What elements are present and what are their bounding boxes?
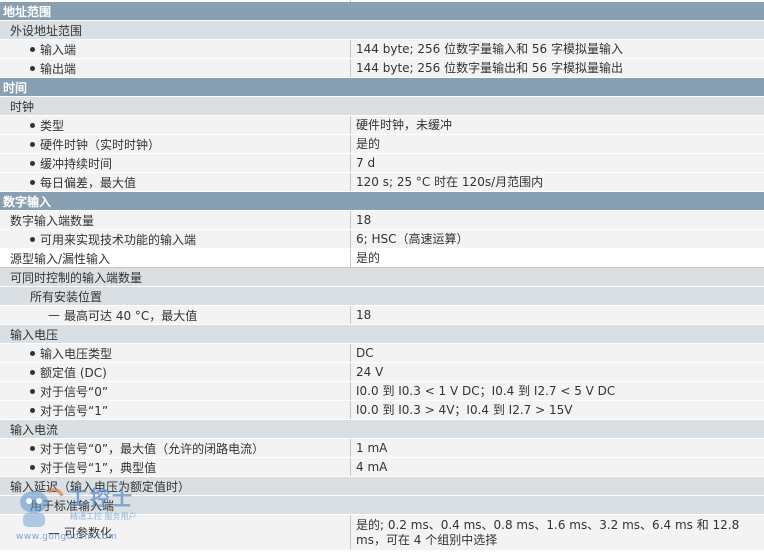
subheader-input-voltage: 输入电压 [0, 325, 764, 344]
row-label: 输入电压类型 [40, 346, 113, 361]
row-label: 每日偏差，最大值 [40, 175, 137, 190]
section-header-address-range: 地址范围 [0, 2, 764, 21]
bullet-icon [30, 407, 35, 413]
row-value: 是的 [350, 135, 764, 153]
bullet-icon [30, 388, 35, 394]
table-row: 对于信号“0”，最大值（允许的闭路电流） 1 mA [0, 439, 764, 458]
table-row: 对于信号“1” I0.0 到 I0.3 > 4V；I0.4 到 I2.7 > 1… [0, 401, 764, 420]
subheader-all-positions: 所有安装位置 [0, 287, 764, 306]
row-label: 可参数化 [64, 526, 113, 540]
table-row: 额定值 (DC) 24 V [0, 363, 764, 382]
dash-marker: — [48, 308, 60, 322]
row-label: 输出端 [40, 61, 77, 76]
subheader-label: 时钟 [10, 99, 35, 114]
row-label: 对于信号“1” [40, 403, 109, 418]
subheader-clock: 时钟 [0, 97, 764, 116]
table-row: 类型 硬件时钟，未缓冲 [0, 116, 764, 135]
row-value: 144 byte; 256 位数字量输入和 56 字模拟量输入 [350, 40, 764, 58]
row-value: DC [350, 344, 764, 362]
table-row: 缓冲持续时间 7 d [0, 154, 764, 173]
row-value: 是的 [350, 249, 764, 267]
subheader-label: 用于标准输入端 [30, 498, 115, 513]
row-label: 对于信号“0”，最大值（允许的闭路电流） [40, 441, 265, 456]
subheader-label: 输入电压 [10, 327, 59, 342]
row-label: 可用来实现技术功能的输入端 [40, 232, 197, 247]
section-header-digital-input: 数字输入 [0, 192, 764, 211]
table-row: 对于信号“0” I0.0 到 I0.3 < 1 V DC；I0.4 到 I2.7… [0, 382, 764, 401]
subheader-input-current: 输入电流 [0, 420, 764, 439]
bullet-icon [30, 46, 35, 52]
bullet-icon [30, 464, 35, 470]
bullet-icon [30, 236, 35, 242]
row-label: 对于信号“0” [40, 384, 109, 399]
table-row: 输出端 144 byte; 256 位数字量输出和 56 字模拟量输出 [0, 59, 764, 78]
row-label: 源型输入/漏性输入 [10, 251, 111, 266]
bullet-icon [30, 445, 35, 451]
row-value: 1 mA [350, 439, 764, 457]
bullet-icon [30, 141, 35, 147]
bullet-icon [30, 65, 35, 71]
row-label: 输入端 [40, 42, 77, 57]
table-row: 对于信号“1”，典型值 4 mA [0, 458, 764, 477]
row-label: 硬件时钟（实时时钟） [40, 137, 161, 152]
row-label: 缓冲持续时间 [40, 156, 113, 171]
row-value: 144 byte; 256 位数字量输出和 56 字模拟量输出 [350, 59, 764, 77]
bullet-icon [30, 179, 35, 185]
table-row: 数字输入端数量 18 [0, 211, 764, 230]
table-row: — 最高可达 40 °C，最大值 18 [0, 306, 764, 325]
row-value: 24 V [350, 363, 764, 381]
row-value: 硬件时钟，未缓冲 [350, 116, 764, 134]
subheader-label: 输入延迟（输入电压为额定值时） [10, 479, 191, 494]
row-value: 7 d [350, 154, 764, 172]
table-row: — 可参数化 是的; 0.2 ms、0.4 ms、0.8 ms、1.6 ms、3.… [0, 515, 764, 551]
subheader-peripheral-address: 外设地址范围 [0, 21, 764, 40]
subheader-simultaneous-inputs: 可同时控制的输入端数量 [0, 268, 764, 287]
row-value: 18 [350, 306, 764, 324]
subheader-label: 所有安装位置 [30, 289, 103, 304]
row-value: 18 [350, 211, 764, 229]
section-title: 数字输入 [3, 194, 52, 209]
row-label: 额定值 (DC) [40, 365, 107, 380]
row-value: I0.0 到 I0.3 > 4V；I0.4 到 I2.7 > 15V [350, 401, 764, 419]
row-label: 类型 [40, 118, 65, 133]
bullet-icon [30, 160, 35, 166]
table-row: 每日偏差，最大值 120 s; 25 °C 时在 120s/月范围内 [0, 173, 764, 192]
subheader-standard-inputs: 用于标准输入端 [0, 496, 764, 515]
row-value: 120 s; 25 °C 时在 120s/月范围内 [350, 173, 764, 191]
section-title: 地址范围 [3, 4, 52, 19]
section-header-time: 时间 [0, 78, 764, 97]
row-value: 4 mA [350, 458, 764, 476]
table-row: 源型输入/漏性输入 是的 [0, 249, 764, 268]
row-value: 6; HSC（高速运算） [350, 230, 764, 248]
bullet-icon [30, 369, 35, 375]
bullet-icon [30, 350, 35, 356]
dash-marker: — [48, 525, 60, 540]
table-row: 可用来实现技术功能的输入端 6; HSC（高速运算） [0, 230, 764, 249]
row-value: 是的; 0.2 ms、0.4 ms、0.8 ms、1.6 ms、3.2 ms、6… [350, 515, 764, 550]
bullet-icon [30, 122, 35, 128]
row-label: 最高可达 40 °C，最大值 [64, 308, 198, 323]
subheader-label: 外设地址范围 [10, 23, 83, 38]
table-row: 输入端 144 byte; 256 位数字量输入和 56 字模拟量输入 [0, 40, 764, 59]
table-row: 硬件时钟（实时时钟） 是的 [0, 135, 764, 154]
row-label: 数字输入端数量 [10, 213, 95, 228]
row-label: 对于信号“1”，典型值 [40, 460, 157, 475]
subheader-label: 可同时控制的输入端数量 [10, 270, 143, 285]
table-row: 输入电压类型 DC [0, 344, 764, 363]
subheader-label: 输入电流 [10, 422, 59, 437]
row-value: I0.0 到 I0.3 < 1 V DC；I0.4 到 I2.7 < 5 V D… [350, 382, 764, 400]
subheader-input-delay: 输入延迟（输入电压为额定值时） [0, 477, 764, 496]
section-title: 时间 [3, 80, 28, 95]
